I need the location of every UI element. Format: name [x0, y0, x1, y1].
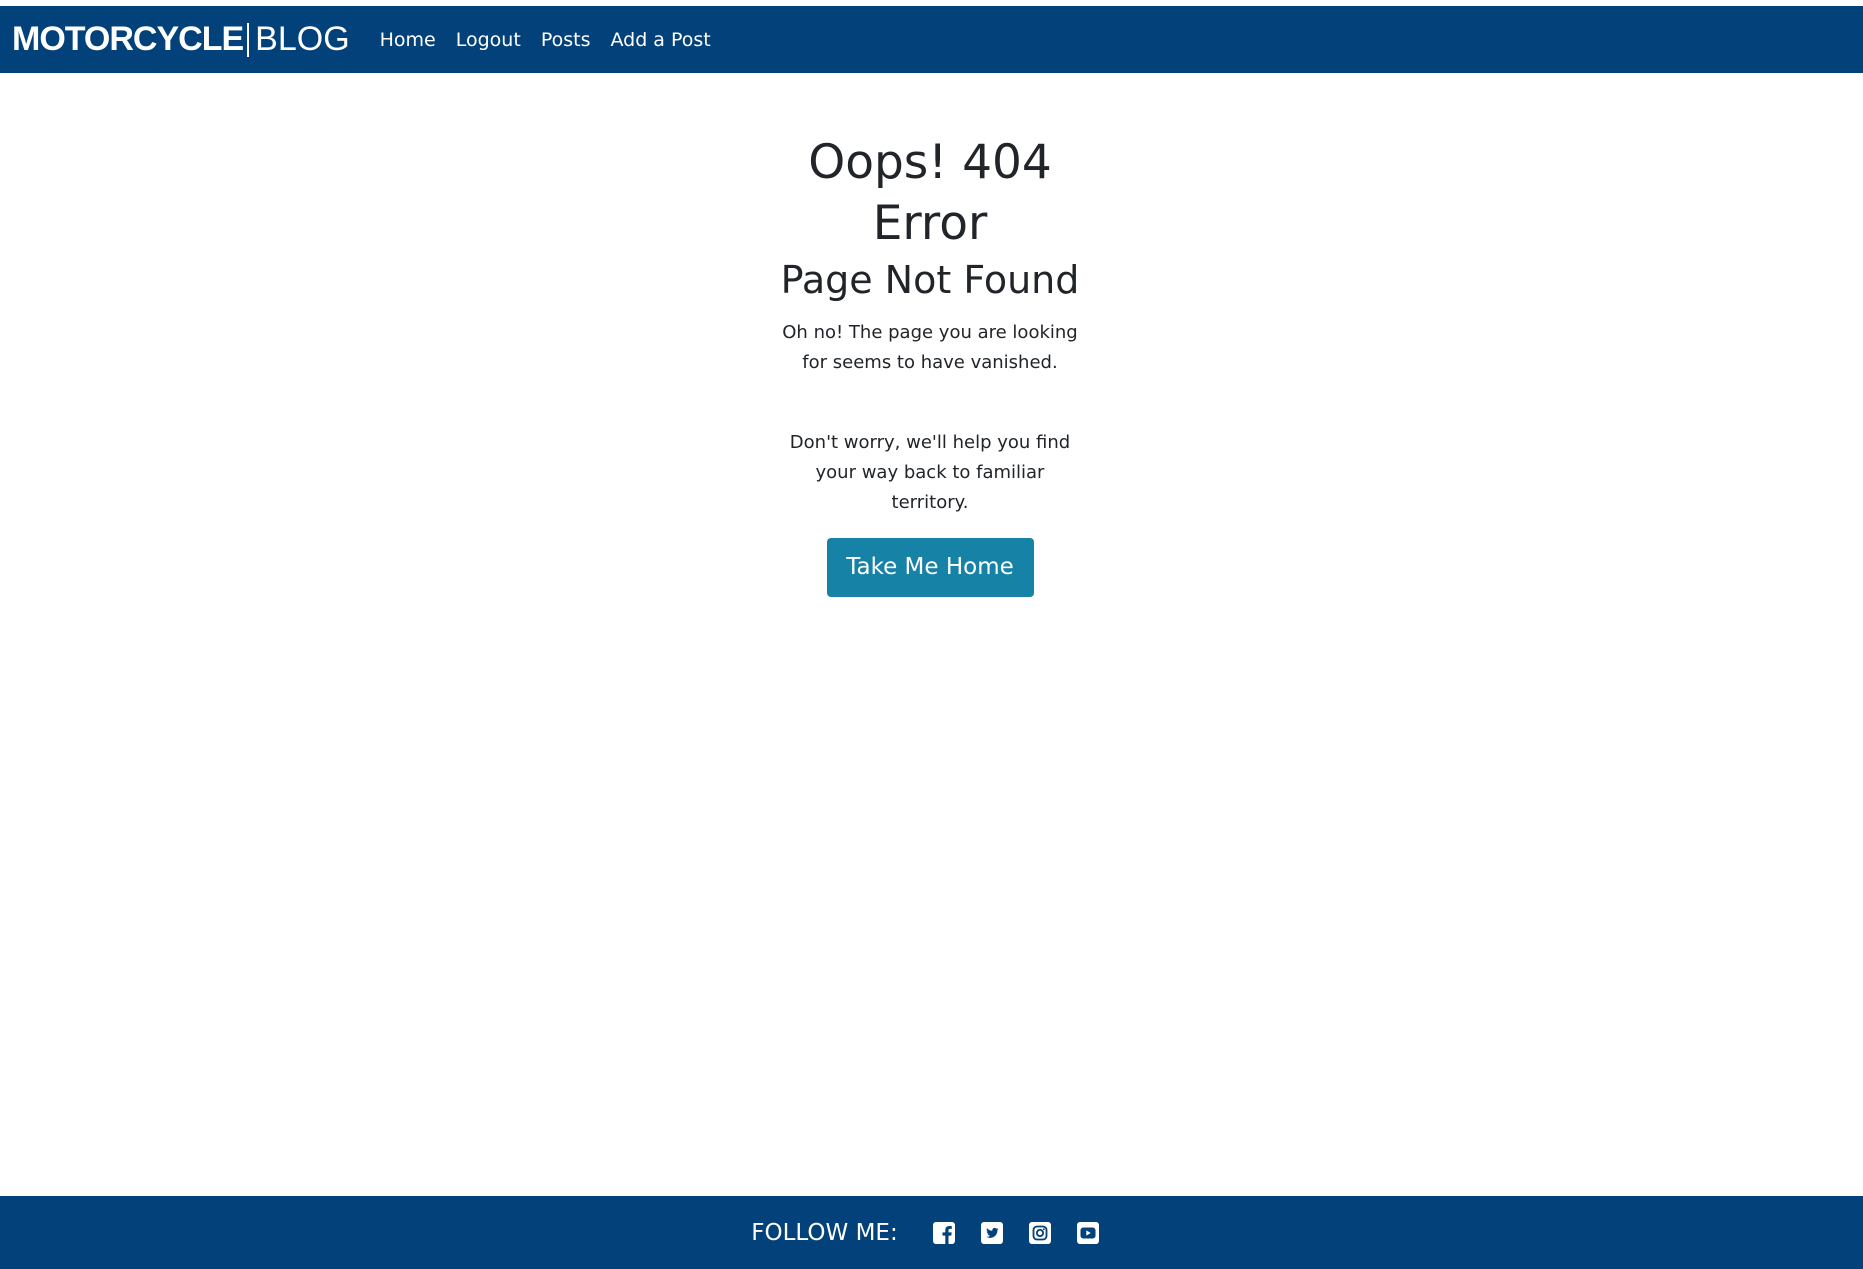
reassurance-message: Don't worry, we'll help you find your wa…	[789, 432, 1071, 513]
footer: FOLLOW ME:	[0, 1196, 1863, 1269]
instagram-icon[interactable]	[1028, 1221, 1052, 1245]
nav-posts-link[interactable]: Posts	[541, 29, 591, 51]
nav-add-post-link[interactable]: Add a Post	[610, 29, 710, 51]
brand-separator	[247, 22, 250, 57]
error-subtitle: Page Not Found	[780, 258, 1080, 302]
brand-light: BLOG	[255, 20, 350, 58]
error-title: Oops! 404 Error	[808, 135, 1052, 251]
youtube-icon[interactable]	[1076, 1221, 1100, 1245]
facebook-icon[interactable]	[932, 1221, 956, 1245]
nav-home-link[interactable]: Home	[380, 29, 436, 51]
follow-label: FOLLOW ME:	[751, 1219, 898, 1246]
error-content: Oops! 404 Error Page Not Found Oh no! Th…	[779, 132, 1081, 597]
brand-logo[interactable]: MOTORCYCLE BLOG	[12, 20, 350, 59]
nav-links: Home Logout Posts Add a Post	[380, 29, 731, 51]
twitter-icon[interactable]	[980, 1221, 1004, 1245]
error-message: Oh no! The page you are looking for seem…	[782, 322, 1078, 373]
navbar: MOTORCYCLE BLOG Home Logout Posts Add a …	[0, 6, 1863, 73]
take-me-home-button[interactable]: Take Me Home	[826, 538, 1034, 597]
nav-logout-link[interactable]: Logout	[456, 29, 521, 51]
brand-bold: MOTORCYCLE	[12, 20, 244, 58]
